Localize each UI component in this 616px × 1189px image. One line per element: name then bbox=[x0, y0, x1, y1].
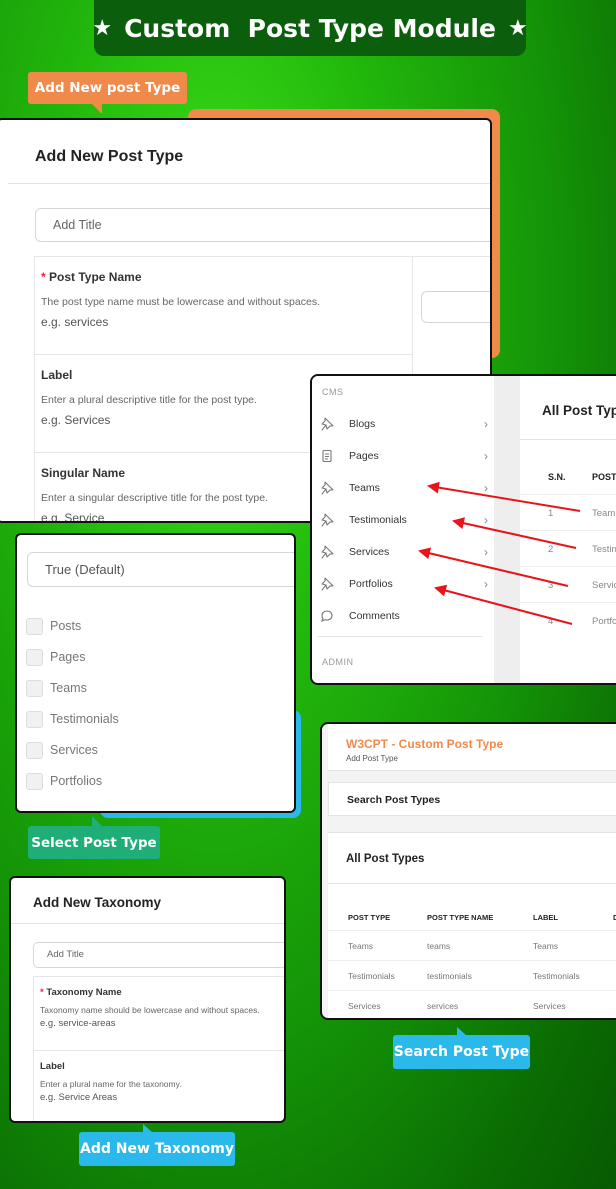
add-taxonomy-panel: Add New Taxonomy Add Title * Taxonomy Na… bbox=[9, 876, 286, 1123]
arrow-teams bbox=[427, 481, 581, 512]
column-header: LABEL bbox=[533, 913, 558, 922]
taxonomy-title-input[interactable]: Add Title bbox=[33, 942, 284, 968]
table-cell: services bbox=[427, 1001, 459, 1011]
field-example: e.g. Service Areas bbox=[40, 1092, 118, 1103]
option-testimonials[interactable]: Testimonials bbox=[26, 710, 119, 728]
option-teams[interactable]: Teams bbox=[26, 679, 87, 697]
page-title: Custom Post Type Module bbox=[124, 13, 496, 43]
checkbox[interactable] bbox=[26, 617, 43, 635]
column-header: POST TYPE NAME bbox=[427, 913, 494, 922]
star-icon: ★ bbox=[92, 15, 113, 40]
search-label: Search Post Types bbox=[347, 794, 441, 806]
title-placeholder: Add Title bbox=[53, 218, 102, 232]
list-title: All Post Types bbox=[346, 853, 425, 865]
field-label: Singular Name bbox=[41, 466, 126, 480]
tag-label: Search Post Type bbox=[393, 1044, 530, 1060]
option-posts[interactable]: Posts bbox=[26, 617, 81, 635]
field-help: The post type name must be lowercase and… bbox=[41, 296, 320, 308]
field-label: Label bbox=[41, 368, 73, 382]
field-example: e.g. services bbox=[41, 315, 109, 329]
table-cell: Teams bbox=[533, 941, 559, 951]
table-cell: teams bbox=[427, 941, 451, 951]
table-cell: Services bbox=[348, 1001, 381, 1011]
true-default-select[interactable]: True (Default) bbox=[27, 552, 294, 587]
arrows-overlay bbox=[418, 481, 581, 625]
option-services[interactable]: Services bbox=[26, 741, 98, 759]
option-label: Teams bbox=[50, 681, 87, 695]
field-example: e.g. service-areas bbox=[40, 1018, 116, 1029]
title-placeholder: Add Title bbox=[47, 949, 84, 960]
checkbox[interactable] bbox=[26, 679, 43, 697]
header-banner: ★ Custom Post Type Module ★ bbox=[92, 0, 528, 56]
title-input[interactable]: Add Title bbox=[35, 208, 490, 242]
checkbox[interactable] bbox=[26, 741, 43, 759]
brand-title: W3CPT - Custom Post Type bbox=[346, 737, 504, 751]
select-post-type-panel: True (Default) Posts Pages Teams Testimonia… bbox=[15, 533, 296, 813]
divider bbox=[8, 183, 490, 184]
breadcrumb: Add Post Type bbox=[346, 754, 398, 763]
star-icon: ★ bbox=[507, 15, 528, 40]
tag-pointer bbox=[92, 816, 102, 826]
tag-label: Add New Taxonomy bbox=[80, 1141, 234, 1157]
taxonomy-fields-box: * Taxonomy Name Taxonomy name should be … bbox=[33, 976, 284, 1121]
field-label: Post Type Name bbox=[49, 270, 142, 284]
post-type-name-input[interactable] bbox=[421, 291, 490, 323]
option-pages[interactable]: Pages bbox=[26, 648, 85, 666]
option-portfolios[interactable]: Portfolios bbox=[26, 772, 102, 790]
checkbox[interactable] bbox=[26, 710, 43, 728]
panel-heading: Add New Post Type bbox=[35, 148, 184, 165]
select-value: True (Default) bbox=[45, 562, 125, 577]
option-label: Testimonials bbox=[50, 712, 119, 726]
arrow-services bbox=[418, 547, 569, 587]
required-mark: * bbox=[41, 270, 46, 284]
checkbox[interactable] bbox=[26, 648, 43, 666]
tag-add-new-taxonomy: Add New Taxonomy bbox=[79, 1132, 235, 1166]
table-row[interactable]: Services services Services bbox=[328, 990, 616, 1018]
cms-menu-panel: CMS Blogs › Pages › Teams › Testimonials › Servi… bbox=[310, 374, 616, 685]
option-label: Posts bbox=[50, 619, 82, 633]
field-help: Taxonomy name should be lowercase and wi… bbox=[40, 1005, 260, 1015]
arrow-portfolios bbox=[434, 584, 573, 625]
search-post-types-panel: W3CPT - Custom Post Type Add Post Type S… bbox=[320, 722, 616, 1020]
tag-select-post-type: Select Post Type bbox=[28, 826, 160, 859]
tag-search-post-type: Search Post Type bbox=[393, 1035, 530, 1069]
table-row[interactable]: Teams teams Teams bbox=[328, 930, 616, 960]
option-label: Pages bbox=[50, 650, 86, 664]
field-taxonomy-name: * Taxonomy Name Taxonomy name should be … bbox=[34, 977, 284, 1051]
tag-pointer bbox=[92, 104, 102, 114]
field-label: Label bbox=[40, 1061, 65, 1072]
tag-label: Select Post Type bbox=[31, 834, 157, 851]
checkbox[interactable] bbox=[26, 772, 43, 790]
required-mark: * bbox=[40, 987, 44, 998]
table-cell: Services bbox=[533, 1001, 566, 1011]
post-types-card: All Post Types POST TYPE POST TYPE NAME LA… bbox=[328, 832, 616, 1018]
panel-heading: Add New Taxonomy bbox=[33, 895, 162, 910]
column-header: POST TYPE bbox=[348, 913, 391, 922]
table-row[interactable]: Testimonials testimonials Testimonials bbox=[328, 960, 616, 990]
brand-header: W3CPT - Custom Post Type Add Post Type bbox=[328, 724, 616, 771]
option-label: Services bbox=[50, 743, 98, 757]
divider bbox=[11, 923, 284, 924]
arrow-testimonials bbox=[452, 517, 577, 549]
table-cell: Teams bbox=[348, 941, 374, 951]
tag-add-new-post-type: Add New post Type bbox=[28, 72, 187, 104]
tag-label: Add New post Type bbox=[34, 80, 181, 96]
field-label: Taxonomy Name bbox=[46, 987, 122, 998]
divider bbox=[328, 883, 616, 884]
field-taxonomy-label: Label Enter a plural name for the taxono… bbox=[34, 1051, 284, 1121]
field-help: Enter a plural name for the taxonomy. bbox=[40, 1079, 182, 1089]
table-cell: testimonials bbox=[427, 971, 472, 981]
table-cell: Testimonials bbox=[533, 971, 580, 981]
field-post-type-name: * Post Type Name The post type name must… bbox=[35, 257, 412, 355]
search-post-types-bar[interactable]: Search Post Types bbox=[328, 782, 616, 816]
table-cell: Testimonials bbox=[348, 971, 395, 981]
option-label: Portfolios bbox=[50, 774, 103, 788]
